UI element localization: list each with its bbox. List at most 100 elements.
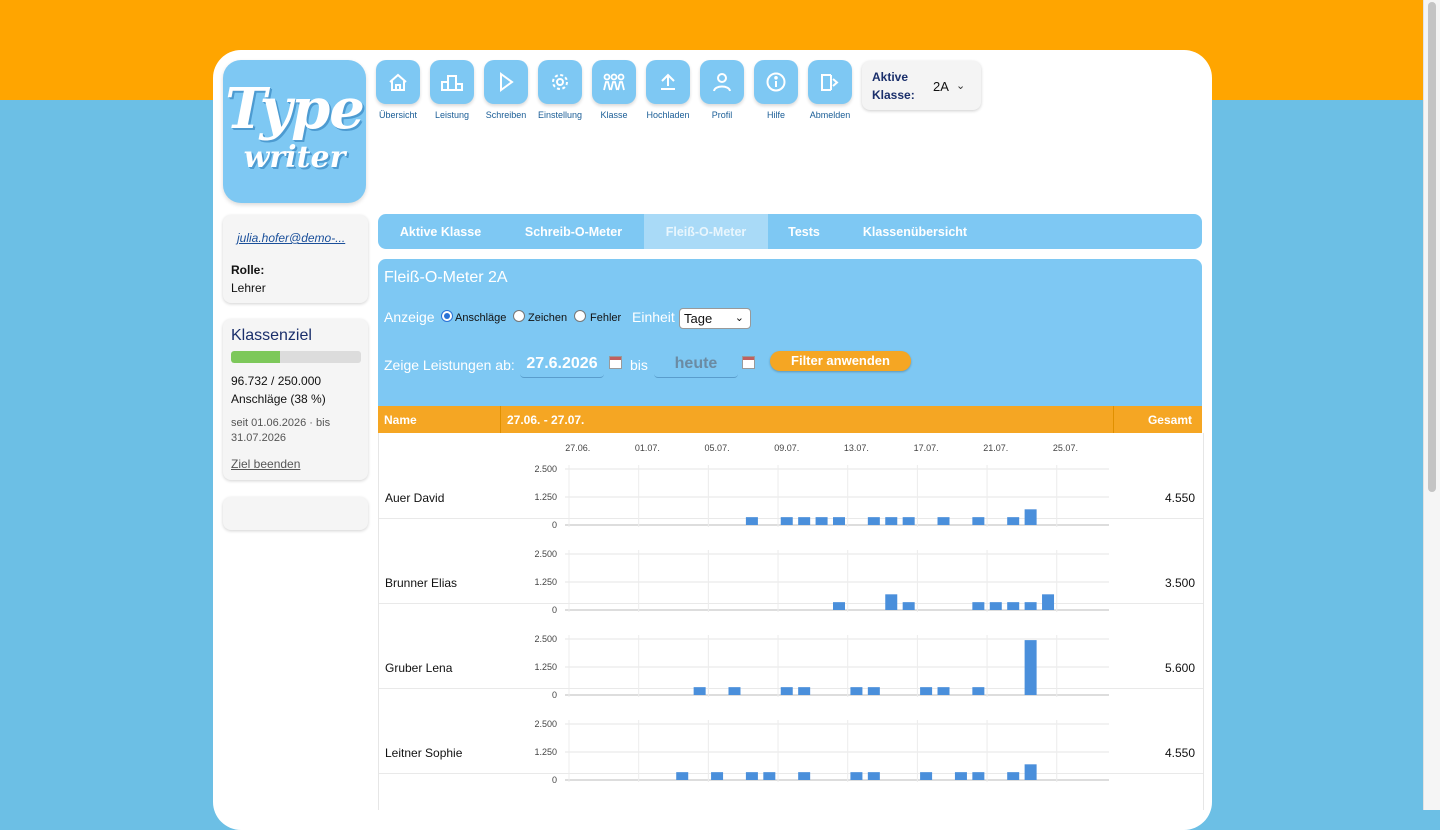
- user-email-link[interactable]: julia.hofer@demo-...: [237, 231, 345, 245]
- apply-filter-button[interactable]: Filter anwenden: [770, 351, 911, 371]
- end-goal-link[interactable]: Ziel beenden: [231, 457, 300, 471]
- col-header-name: Name: [384, 413, 417, 427]
- date-from-input[interactable]: 27.6.2026: [520, 355, 604, 378]
- chart-bar: [972, 687, 985, 695]
- tab-tests[interactable]: Tests: [768, 214, 840, 249]
- nav-label: Schreiben: [485, 110, 527, 120]
- anzeige-label: Anzeige: [384, 309, 435, 325]
- chevron-down-icon[interactable]: ⌄: [956, 79, 965, 92]
- chart-bar: [920, 772, 933, 780]
- nav-label: Abmelden: [809, 110, 851, 120]
- option-fehler[interactable]: Fehler: [590, 312, 621, 324]
- filter-panel: Fleiß-O-Meter 2A Anzeige Anschläge Zeich…: [378, 259, 1202, 406]
- radio-fehler[interactable]: [574, 310, 586, 322]
- y-tick-label: 1.250: [534, 577, 557, 587]
- active-class-value[interactable]: 2A: [933, 79, 949, 94]
- x-tick-label: 13.07.: [844, 443, 869, 453]
- class-goal-box: Klassenziel 96.732 / 250.000 Anschläge (…: [223, 319, 368, 480]
- chart-bar: [833, 517, 845, 525]
- chart-bar: [1024, 602, 1037, 610]
- y-tick-label: 2.500: [534, 719, 557, 729]
- role-value: Lehrer: [231, 281, 266, 295]
- x-tick-label: 27.06.: [565, 443, 590, 453]
- goal-unit: Anschläge (38 %): [231, 392, 326, 406]
- scrollbar-thumb[interactable]: [1428, 2, 1436, 492]
- nav-button-abmelden[interactable]: Abmelden: [803, 60, 857, 120]
- nav-button-profil[interactable]: Profil: [695, 60, 749, 120]
- chart-bar: [676, 772, 689, 780]
- role-label: Rolle:: [231, 263, 265, 277]
- chart-bar: [867, 687, 880, 695]
- user-info-box: julia.hofer@demo-... Rolle: Lehrer: [223, 215, 368, 303]
- tab-klassenuebersicht[interactable]: Klassenübersicht: [840, 214, 990, 249]
- typewriter-logo[interactable]: Type writer: [223, 60, 366, 203]
- goal-progress-bar: [231, 351, 361, 363]
- nav-label: Leistung: [434, 110, 470, 120]
- chart-bar: [867, 517, 880, 525]
- y-tick-label: 0: [552, 690, 557, 700]
- radio-anschlaege[interactable]: [441, 310, 453, 322]
- tab-fleiss-o-meter[interactable]: Fleiß-O-Meter: [644, 214, 768, 249]
- chart-bar: [902, 602, 915, 610]
- nav-button-einstellung[interactable]: Einstellung: [533, 60, 587, 120]
- chart-bar: [833, 602, 845, 610]
- nav-button-hilfe[interactable]: Hilfe: [749, 60, 803, 120]
- user-icon: [700, 60, 744, 104]
- chart-bar: [1024, 509, 1037, 525]
- calendar-icon[interactable]: [742, 356, 755, 369]
- class-goal-title: Klassenziel: [231, 327, 312, 344]
- y-tick-label: 2.500: [534, 634, 557, 644]
- chart-bar: [867, 772, 880, 780]
- x-tick-label: 09.07.: [774, 443, 799, 453]
- table-header: Name 27.06. - 27.07. Gesamt: [378, 406, 1202, 433]
- nav-button-hochladen[interactable]: Hochladen: [641, 60, 695, 120]
- chart-bar: [972, 772, 985, 780]
- chart-bar: [711, 772, 724, 780]
- nav-button-schreiben[interactable]: Schreiben: [479, 60, 533, 120]
- page-scrollbar[interactable]: [1423, 0, 1440, 810]
- upload-icon: [646, 60, 690, 104]
- y-tick-label: 2.500: [534, 549, 557, 559]
- option-zeichen[interactable]: Zeichen: [528, 312, 567, 324]
- house-icon: [376, 60, 420, 104]
- chart-bar: [1042, 594, 1055, 610]
- nav-button-uebersicht[interactable]: Übersicht: [371, 60, 425, 120]
- empty-side-box: [223, 497, 368, 530]
- nav-button-klasse[interactable]: Klasse: [587, 60, 641, 120]
- radio-zeichen[interactable]: [513, 310, 525, 322]
- panel-title: Fleiß-O-Meter 2A: [384, 269, 508, 286]
- chart-bar: [885, 594, 898, 610]
- tab-bar: Aktive Klasse Schreib-O-Meter Fleiß-O-Me…: [378, 214, 1202, 249]
- einheit-select[interactable]: Tage ⌄: [679, 308, 751, 329]
- logo-text-line1: Type: [225, 76, 365, 142]
- nav-button-leistung[interactable]: Leistung: [425, 60, 479, 120]
- x-tick-label: 05.07.: [705, 443, 730, 453]
- tab-schreib-o-meter[interactable]: Schreib-O-Meter: [503, 214, 644, 249]
- logo-text-line2: writer: [243, 140, 346, 175]
- gear-icon: [538, 60, 582, 104]
- chart-bar: [763, 772, 776, 780]
- goal-progress-fill: [231, 351, 281, 363]
- x-tick-label: 17.07.: [914, 443, 939, 453]
- chart-bar: [798, 687, 811, 695]
- tab-aktive-klasse[interactable]: Aktive Klasse: [378, 214, 503, 249]
- range-label: Zeige Leistungen ab:: [384, 357, 515, 373]
- chart-bar: [1007, 517, 1020, 525]
- activity-charts: 27.06. 01.07. 05.07. 09.07. 13.07. 17.07. 21.0…: [534, 443, 1109, 785]
- podium-icon: [430, 60, 474, 104]
- date-to-input[interactable]: heute: [654, 355, 738, 378]
- chart-bar: [989, 602, 1002, 610]
- chevron-down-icon: ⌄: [734, 312, 744, 324]
- active-class-label: Aktive Klasse:: [872, 70, 915, 102]
- chart-bar: [972, 602, 985, 610]
- chart-bar: [745, 517, 758, 525]
- chart-bar: [798, 517, 811, 525]
- option-anschlaege[interactable]: Anschläge: [455, 312, 506, 324]
- einheit-value: Tage: [684, 311, 713, 326]
- chart-bar: [780, 687, 793, 695]
- chart-bar: [954, 772, 967, 780]
- active-class-selector[interactable]: Aktive Klasse: 2A ⌄: [862, 61, 981, 110]
- col-header-range: 27.06. - 27.07.: [507, 413, 585, 427]
- calendar-icon[interactable]: [609, 356, 622, 369]
- chart-bar: [798, 772, 811, 780]
